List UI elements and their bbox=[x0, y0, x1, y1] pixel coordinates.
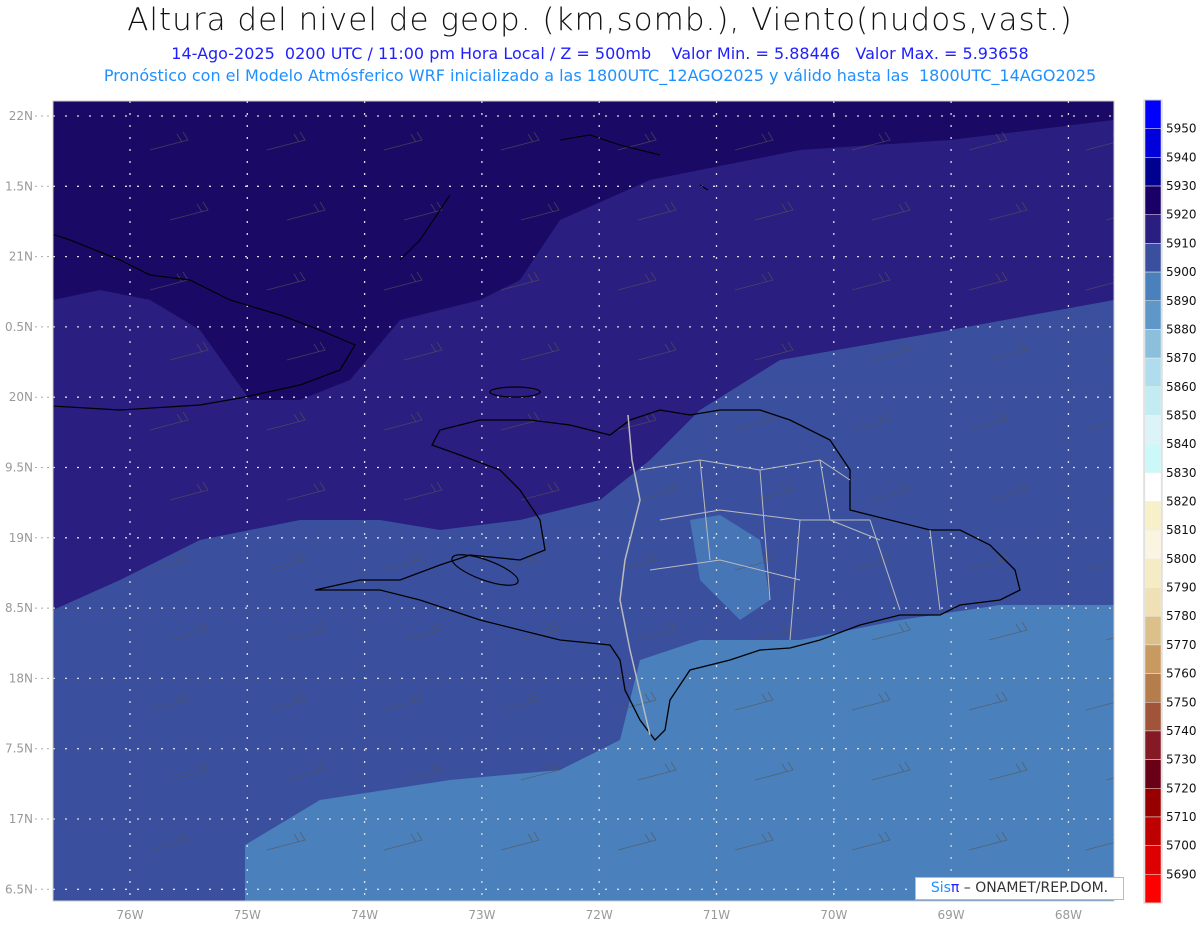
lat-label: 6.5N bbox=[5, 882, 33, 896]
colorbar-swatch bbox=[1144, 329, 1162, 359]
colorbar-label: 5910 bbox=[1166, 236, 1197, 250]
colorbar-swatch bbox=[1144, 386, 1162, 416]
colorbar-swatch bbox=[1144, 128, 1162, 158]
lat-label: 17N bbox=[9, 812, 33, 826]
lon-label: 68W bbox=[1055, 908, 1082, 922]
colorbar-label: 5720 bbox=[1166, 781, 1197, 795]
colorbar-swatch bbox=[1144, 874, 1162, 904]
colorbar-swatch bbox=[1144, 529, 1162, 560]
colorbar-label: 5810 bbox=[1166, 523, 1197, 537]
lat-label: 8.5N bbox=[5, 601, 33, 615]
colorbar-swatch bbox=[1144, 99, 1162, 129]
colorbar-swatch bbox=[1144, 157, 1162, 187]
colorbar-label: 5900 bbox=[1166, 265, 1197, 279]
lon-label: 73W bbox=[468, 908, 495, 922]
lat-label: 21N bbox=[9, 250, 33, 264]
latitude-axis: 22N 1.5N 21N 0.5N 20N 9.5N 19N 8.5N 18N 7.5N 17N 6.… bbox=[5, 109, 53, 896]
lon-label: 70W bbox=[820, 908, 847, 922]
lon-label: 72W bbox=[586, 908, 613, 922]
colorbar-label: 5860 bbox=[1166, 380, 1197, 394]
colorbar-label: 5750 bbox=[1166, 695, 1197, 709]
colorbar-swatch bbox=[1144, 415, 1162, 445]
lon-label: 74W bbox=[351, 908, 378, 922]
colorbar-label: 5880 bbox=[1166, 322, 1197, 336]
credit-sis: Sis bbox=[930, 880, 951, 896]
colorbar-swatch bbox=[1144, 788, 1162, 818]
colorbar-swatch bbox=[1144, 271, 1162, 302]
colorbar-label: 5710 bbox=[1166, 810, 1197, 824]
colorbar-swatch bbox=[1144, 845, 1162, 875]
colorbar-swatch bbox=[1144, 243, 1162, 273]
colorbar-label: 5790 bbox=[1166, 581, 1197, 595]
colorbar-swatch bbox=[1144, 615, 1162, 646]
longitude-axis: 76W 75W 74W 73W 72W 71W 70W 69W 68W bbox=[116, 908, 1082, 922]
colorbar-swatch bbox=[1144, 214, 1162, 244]
colorbar-label: 5930 bbox=[1166, 179, 1197, 193]
colorbar-swatch bbox=[1144, 644, 1162, 674]
colorbar-swatch bbox=[1144, 702, 1162, 732]
lat-label: 18N bbox=[9, 671, 33, 685]
colorbar-swatch bbox=[1144, 472, 1162, 502]
colorbar-label: 5940 bbox=[1166, 150, 1197, 164]
colorbar-label: 5920 bbox=[1166, 208, 1197, 222]
colorbar-label: 5850 bbox=[1166, 408, 1197, 422]
colorbar-label: 5740 bbox=[1166, 724, 1197, 738]
lon-label: 71W bbox=[703, 908, 730, 922]
colorbar-swatch bbox=[1144, 816, 1162, 846]
colorbar-label: 5780 bbox=[1166, 609, 1197, 623]
credit-org: – ONAMET/REP.DOM. bbox=[959, 880, 1109, 896]
lat-label: 9.5N bbox=[5, 461, 33, 475]
lat-label: 20N bbox=[9, 390, 33, 404]
colorbar-swatch bbox=[1144, 357, 1162, 388]
colorbar-swatch bbox=[1144, 501, 1162, 531]
colorbar-label: 5820 bbox=[1166, 495, 1197, 509]
colorbar-label: 5760 bbox=[1166, 667, 1197, 681]
colorbar-swatch bbox=[1144, 300, 1162, 330]
lon-label: 69W bbox=[938, 908, 965, 922]
colorbar-swatch bbox=[1144, 558, 1162, 588]
colorbar-label: 5730 bbox=[1166, 753, 1197, 767]
colorbar-swatch bbox=[1144, 185, 1162, 215]
colorbar-label: 5700 bbox=[1166, 839, 1197, 853]
colorbar-label: 5840 bbox=[1166, 437, 1197, 451]
colorbar-label: 5950 bbox=[1166, 122, 1197, 136]
colorbar-swatch bbox=[1144, 730, 1162, 760]
colorbar-swatch bbox=[1144, 759, 1162, 789]
credit-box: Sisπ – ONAMET/REP.DOM. bbox=[915, 877, 1124, 900]
colorbar-swatch bbox=[1144, 587, 1162, 617]
colorbar-label: 5690 bbox=[1166, 867, 1197, 881]
lat-label: 22N bbox=[9, 109, 33, 123]
colorbar-swatch bbox=[1144, 673, 1162, 703]
colorbar-label: 5890 bbox=[1166, 294, 1197, 308]
colorbar-label: 5830 bbox=[1166, 466, 1197, 480]
lon-label: 75W bbox=[234, 908, 261, 922]
lat-label: 1.5N bbox=[5, 179, 33, 193]
colorbar: 5950 5940 5930 5920 5910 5900 5890 5880 5870 5860… bbox=[1143, 99, 1197, 904]
lat-label: 0.5N bbox=[5, 320, 33, 334]
colorbar-label: 5800 bbox=[1166, 552, 1197, 566]
lat-label: 19N bbox=[9, 531, 33, 545]
lon-label: 76W bbox=[116, 908, 143, 922]
geopotential-field bbox=[53, 101, 1114, 901]
colorbar-label: 5770 bbox=[1166, 638, 1197, 652]
colorbar-label: 5870 bbox=[1166, 351, 1197, 365]
map-canvas: 22N 1.5N 21N 0.5N 20N 9.5N 19N 8.5N 18N 7.5N 17N 6.… bbox=[5, 99, 1197, 922]
colorbar-swatch bbox=[1144, 443, 1162, 474]
lat-label: 7.5N bbox=[5, 742, 33, 756]
